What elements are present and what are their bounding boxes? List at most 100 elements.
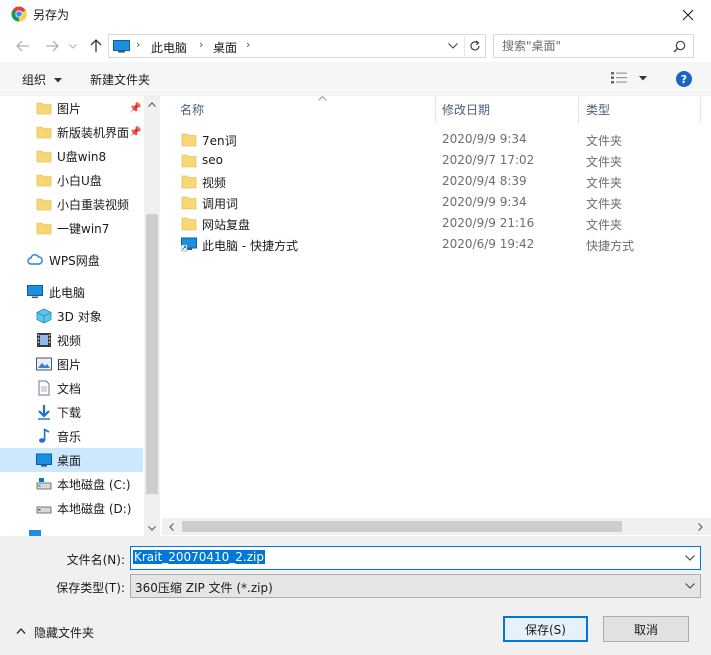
search-icon [673,40,686,53]
nav-item-drive-c[interactable]: 本地磁盘 (C:) [0,472,143,496]
filetype-dropdown[interactable] [683,578,697,594]
nav-item-usb-win8[interactable]: U盘win8 [0,144,143,168]
details-view-icon [611,72,627,84]
nav-item-pictures-quick[interactable]: 图片 📌 [0,96,143,120]
new-folder-button[interactable]: 新建文件夹 [90,71,150,88]
close-icon [682,9,694,21]
refresh-button[interactable] [464,36,485,56]
file-date: 2020/9/9 21:16 [442,216,535,230]
up-button[interactable] [86,36,106,56]
file-list-hscrollbar[interactable] [162,518,711,535]
pin-icon: 📌 [129,126,142,138]
nav-item-label: 此电脑 [49,285,86,300]
drive-icon [36,478,52,490]
save-button[interactable]: 保存(S) [503,616,588,642]
file-row[interactable]: seo 2020/9/7 17:02 文件夹 [162,150,711,171]
nav-item-xiaobai-usb[interactable]: 小白U盘 [0,168,143,192]
folder-icon [36,126,52,139]
nav-item-label: U盘win8 [57,149,107,164]
file-type: 文件夹 [586,176,623,190]
caret-down-icon [639,76,647,81]
folder-icon [181,217,197,231]
file-row[interactable]: 网站复盘 2020/9/9 21:16 文件夹 [162,213,711,234]
nav-item-wps-drive[interactable]: WPS网盘 [0,248,143,272]
file-date: 2020/6/9 19:42 [442,237,535,251]
nav-item-drive-d[interactable]: 本地磁盘 (D:) [0,496,143,520]
nav-scroll-thumb[interactable] [146,214,158,494]
scroll-right-arrow[interactable] [692,518,709,535]
recent-dropdown[interactable] [66,36,80,56]
scroll-left-arrow[interactable] [163,518,180,535]
desktop-icon [36,453,52,467]
help-button[interactable]: ? [676,71,692,87]
nav-scrollbar[interactable] [144,96,160,536]
nav-item-music[interactable]: 音乐 [0,424,143,448]
filename-label: 文件名(N): [66,553,125,567]
nav-item-documents[interactable]: 文档 [0,376,143,400]
music-note-icon [39,428,50,443]
nav-item-onekey-win7[interactable]: 一键win7 [0,216,143,240]
title-bar: 另存为 [0,0,711,30]
organize-button[interactable]: 组织 [22,71,62,88]
column-header-name[interactable]: 名称 [180,96,430,123]
close-button[interactable] [665,0,711,30]
file-list: 名称 修改日期 类型 7en词 2020/9/9 9:34 文件夹 seo 20… [162,96,711,536]
breadcrumb-separator[interactable]: › [246,38,250,51]
nav-item-downloads[interactable]: 下载 [0,400,143,424]
chrome-icon [11,6,27,22]
3d-cube-icon [36,308,52,324]
filename-input[interactable]: Krait_20070410_2.zip [133,550,265,564]
nav-item-label: 3D 对象 [57,309,102,324]
column-divider[interactable] [700,96,701,123]
breadcrumb-this-pc[interactable]: 此电脑 [151,39,187,56]
scroll-up-arrow[interactable] [144,96,160,112]
address-bar[interactable]: › 此电脑 › 桌面 › [108,34,486,58]
column-header-date[interactable]: 修改日期 [442,96,572,123]
file-date: 2020/9/9 9:34 [442,195,527,209]
download-icon [38,405,50,420]
filename-combobox[interactable]: Krait_20070410_2.zip [130,546,701,570]
column-name-label: 名称 [180,103,205,117]
column-divider[interactable] [578,96,579,123]
search-box[interactable] [493,34,694,58]
nav-item-partial[interactable] [0,524,143,536]
address-history-dropdown[interactable] [443,37,463,55]
nav-item-new-install-ui[interactable]: 新版装机界面 📌 [0,120,143,144]
scroll-down-arrow[interactable] [144,520,160,536]
search-input[interactable] [502,38,667,54]
filetype-select[interactable]: 360压缩 ZIP 文件 (*.zip) [130,574,701,598]
refresh-icon [470,40,480,51]
folder-icon [181,196,197,210]
nav-item-this-pc[interactable]: 此电脑 [0,280,143,304]
nav-item-xiaobai-video[interactable]: 小白重装视频 [0,192,143,216]
nav-item-3d-objects[interactable]: 3D 对象 [0,304,143,328]
nav-item-desktop[interactable]: 桌面 [0,448,143,472]
nav-item-videos[interactable]: 视频 [0,328,143,352]
chevron-down-icon [685,555,695,561]
cancel-button[interactable]: 取消 [603,616,689,642]
file-name: 调用词 [202,197,239,211]
filetype-value: 360压缩 ZIP 文件 (*.zip) [135,581,273,595]
filetype-label: 保存类型(T): [56,581,125,595]
column-divider[interactable] [435,96,436,123]
chevron-right-icon [698,522,703,531]
breadcrumb-separator: › [136,38,141,51]
column-type-label: 类型 [586,103,611,117]
nav-item-label: 视频 [57,333,82,348]
back-button[interactable] [13,36,33,56]
forward-button[interactable] [42,36,62,56]
column-header-type[interactable]: 类型 [586,96,696,123]
nav-item-label: 本地磁盘 (D:) [57,501,132,516]
file-row[interactable]: 调用词 2020/9/9 9:34 文件夹 [162,192,711,213]
breadcrumb-separator[interactable]: › [199,38,203,51]
file-row[interactable]: 此电脑 - 快捷方式 2020/6/9 19:42 快捷方式 [162,234,711,255]
file-row[interactable]: 7en词 2020/9/9 9:34 文件夹 [162,129,711,150]
hscroll-thumb[interactable] [182,521,622,532]
chevron-left-icon [169,522,174,531]
pin-icon: 📌 [129,102,142,114]
file-row[interactable]: 视频 2020/9/4 8:39 文件夹 [162,171,711,192]
view-options-button[interactable] [611,71,651,87]
nav-item-pictures[interactable]: 图片 [0,352,143,376]
filename-dropdown[interactable] [683,550,697,566]
breadcrumb-desktop[interactable]: 桌面 [213,39,237,56]
